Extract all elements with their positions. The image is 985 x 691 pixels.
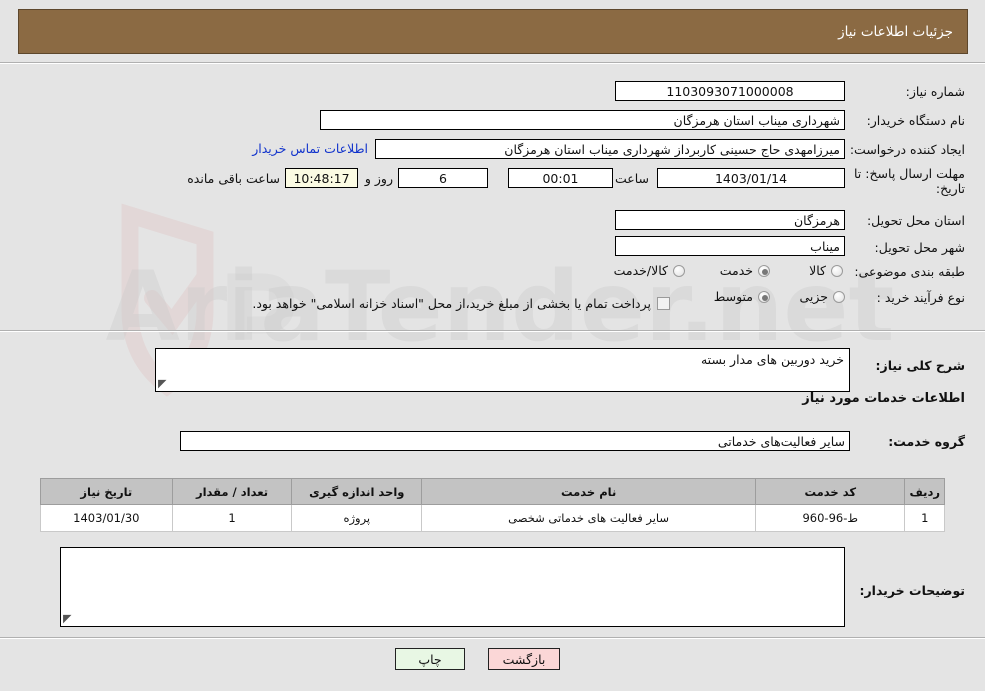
radio-dot-kala-khedmat[interactable] — [673, 264, 685, 277]
treasury-documents-checkbox-row[interactable]: پرداخت تمام یا بخشی از مبلغ خرید،از محل … — [252, 296, 670, 311]
label-delivery-city: شهر محل تحویل: — [874, 240, 965, 255]
divider-top — [0, 62, 985, 64]
need-number-field[interactable]: 1103093071000008 — [615, 81, 845, 101]
col-unit: واحد اندازه گیری — [291, 478, 423, 505]
services-section-title: اطلاعات خدمات مورد نیاز — [802, 391, 965, 406]
page-title: جزئیات اطلاعات نیاز — [838, 23, 953, 40]
radio-label-motavasset: متوسط — [713, 289, 753, 304]
col-row: ردیف — [904, 478, 945, 505]
label-service-group: گروه خدمت: — [888, 434, 965, 449]
label-general-description: شرح کلی نیاز: — [875, 358, 965, 373]
remaining-days-value: 6 — [439, 170, 447, 186]
divider-bottom — [0, 637, 985, 639]
cell-need-date: 1403/01/30 — [40, 504, 173, 532]
radio-process-jozei[interactable]: جزیی — [799, 289, 845, 304]
cell-service-name: سایر فعالیت های خدماتی شخصی — [421, 504, 757, 532]
deadline-date-value: 1403/01/14 — [714, 170, 788, 186]
radio-dot-jozei[interactable] — [833, 290, 845, 303]
general-description-textarea[interactable]: خرید دوربین های مدار بسته ◥ — [155, 348, 850, 392]
deadline-hour-field[interactable]: 00:01 — [508, 168, 613, 188]
remaining-time-field: 10:48:17 — [285, 168, 358, 188]
label-need-number: شماره نیاز: — [905, 84, 965, 99]
buyer-org-value: شهرداری میناب استان هرمزگان — [673, 112, 840, 128]
cell-unit: پروژه — [291, 504, 423, 532]
radio-category-khedmat[interactable]: خدمت — [720, 263, 770, 278]
treasury-documents-label: پرداخت تمام یا بخشی از مبلغ خرید،از محل … — [252, 296, 651, 311]
label-request-creator: ایجاد کننده درخواست: — [849, 142, 965, 157]
cell-quantity: 1 — [171, 504, 293, 532]
deadline-date-field[interactable]: 1403/01/14 — [657, 168, 845, 188]
delivery-province-field[interactable]: هرمزگان — [615, 210, 845, 230]
label-response-deadline: مهلت ارسال پاسخ: تا تاریخ: — [854, 166, 965, 196]
label-subject-category: طبقه بندی موضوعی: — [854, 264, 965, 279]
radio-dot-khedmat[interactable] — [758, 264, 770, 277]
buyer-org-field[interactable]: شهرداری میناب استان هرمزگان — [320, 110, 845, 130]
label-deadline-hour: ساعت — [614, 171, 649, 186]
table-row[interactable]: 1 ط-96-960 سایر فعالیت های خدماتی شخصی پ… — [40, 504, 945, 532]
deadline-hour-value: 00:01 — [542, 170, 579, 186]
buyer-contact-link[interactable]: اطلاعات تماس خریدار — [252, 141, 368, 156]
radio-category-kala-khedmat[interactable]: کالا/خدمت — [614, 263, 685, 278]
radio-label-kala-khedmat: کالا/خدمت — [613, 263, 668, 278]
label-delivery-province: استان محل تحویل: — [866, 213, 965, 228]
page-root: AriaTender.net جزئیات اطلاعات نیاز شماره… — [0, 0, 985, 691]
page-title-bar: جزئیات اطلاعات نیاز — [18, 9, 968, 54]
resize-grip-icon-notes[interactable]: ◥ — [63, 612, 75, 625]
divider-middle — [0, 330, 985, 332]
delivery-city-value: میناب — [810, 238, 840, 254]
remaining-days-field[interactable]: 6 — [398, 168, 488, 188]
resize-grip-icon[interactable]: ◥ — [158, 377, 170, 390]
remaining-time-value: 10:48:17 — [293, 170, 350, 186]
col-service-code: کد خدمت — [755, 478, 906, 505]
radio-label-khedmat: خدمت — [719, 263, 753, 278]
label-buyer-org: نام دستگاه خریدار: — [866, 113, 965, 128]
radio-process-motavasset[interactable]: متوسط — [714, 289, 770, 304]
col-need-date: تاریخ نیاز — [40, 478, 173, 505]
label-days-and: روز و — [364, 171, 393, 186]
delivery-province-value: هرمزگان — [793, 212, 840, 228]
request-creator-field[interactable]: میرزامهدی حاج حسینی کاربرداز شهرداری مین… — [375, 139, 845, 159]
print-button[interactable]: چاپ — [395, 648, 465, 670]
radio-category-kala[interactable]: کالا — [809, 263, 843, 278]
col-quantity: تعداد / مقدار — [171, 478, 293, 505]
radio-label-kala: کالا — [809, 263, 826, 278]
label-buyer-notes: توضیحات خریدار: — [859, 583, 965, 598]
treasury-documents-checkbox[interactable] — [657, 297, 670, 310]
label-remaining: ساعت باقی مانده — [187, 171, 280, 186]
label-purchase-process: نوع فرآیند خرید : — [876, 290, 965, 305]
service-group-value: سایر فعالیت‌های خدماتی — [717, 433, 845, 449]
delivery-city-field[interactable]: میناب — [615, 236, 845, 256]
radio-label-jozei: جزیی — [799, 289, 828, 304]
radio-dot-kala[interactable] — [831, 264, 843, 277]
general-description-value: خرید دوربین های مدار بسته — [700, 352, 844, 367]
radio-dot-motavasset[interactable] — [758, 290, 770, 303]
request-creator-value: میرزامهدی حاج حسینی کاربرداز شهرداری مین… — [504, 141, 840, 157]
col-service-name: نام خدمت — [421, 478, 757, 505]
cell-service-code: ط-96-960 — [755, 504, 906, 532]
items-table: ردیف کد خدمت نام خدمت واحد اندازه گیری ت… — [40, 478, 945, 532]
cell-row: 1 — [904, 504, 945, 532]
table-header-row: ردیف کد خدمت نام خدمت واحد اندازه گیری ت… — [40, 478, 945, 505]
need-number-value: 1103093071000008 — [666, 83, 794, 99]
back-button[interactable]: بازگشت — [488, 648, 560, 670]
service-group-field[interactable]: سایر فعالیت‌های خدماتی — [180, 431, 850, 451]
buyer-notes-textarea[interactable]: ◥ — [60, 547, 845, 627]
